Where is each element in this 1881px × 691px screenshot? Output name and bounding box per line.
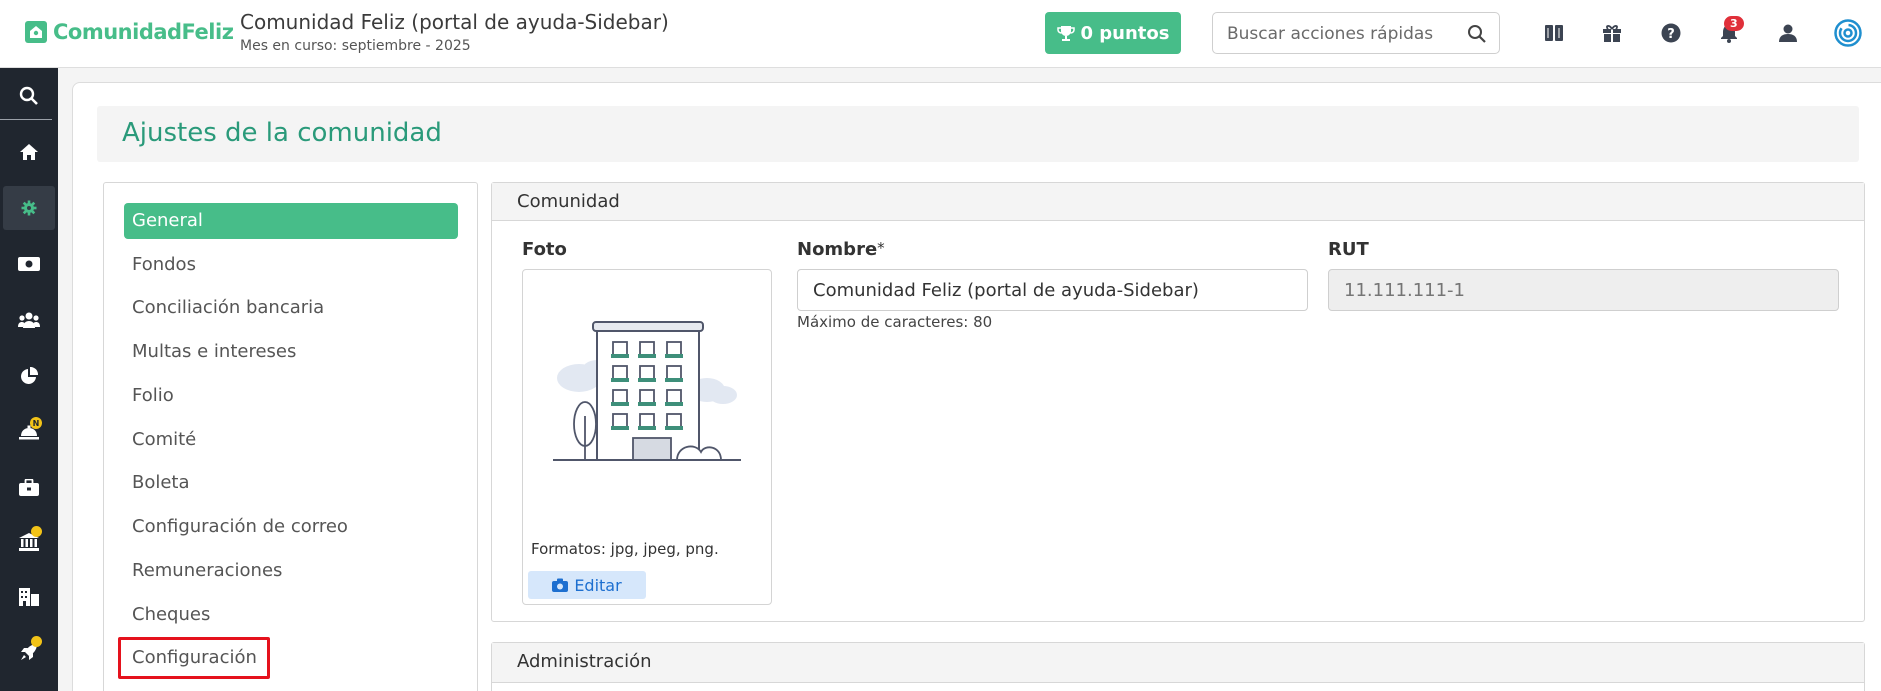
- edit-photo-label: Editar: [574, 575, 622, 595]
- settings-nav-configuracion-correo[interactable]: Configuración de correo: [124, 509, 458, 545]
- settings-nav-general[interactable]: General: [124, 203, 458, 239]
- new-badge: N: [30, 417, 42, 429]
- brand-logo[interactable]: ComunidadFeliz: [25, 20, 234, 44]
- rail-gear-icon[interactable]: [3, 186, 55, 230]
- rail-rocket-dot: [31, 636, 42, 647]
- rail-home-icon[interactable]: [0, 130, 58, 174]
- comunidad-panel-title: Comunidad: [517, 191, 620, 212]
- gift-icon[interactable]: [1600, 21, 1624, 45]
- settings-nav-conciliacion-bancaria[interactable]: Conciliación bancaria: [124, 290, 458, 326]
- logo-house-icon: [25, 21, 47, 43]
- community-title: Comunidad Feliz (portal de ayuda-Sidebar…: [240, 10, 669, 34]
- settings-nav-comite[interactable]: Comité: [124, 422, 458, 458]
- book-icon[interactable]: [1542, 21, 1566, 45]
- rail-money-icon[interactable]: [0, 242, 58, 286]
- photo-box: Formatos: jpg, jpeg, png. Editar: [522, 269, 772, 605]
- settings-nav-folio[interactable]: Folio: [124, 378, 458, 414]
- photo-formats: Formatos: jpg, jpeg, png.: [531, 540, 719, 558]
- rail-pie-chart-icon[interactable]: [0, 354, 58, 398]
- page-title-bar: Ajustes de la comunidad: [97, 106, 1859, 162]
- rail-search-icon[interactable]: [0, 74, 58, 118]
- administracion-panel-title: Administración: [517, 651, 652, 672]
- name-label-text: Nombre: [797, 239, 878, 260]
- settings-nav-remuneraciones[interactable]: Remuneraciones: [124, 553, 458, 589]
- community-name-input[interactable]: [797, 269, 1308, 311]
- name-max-chars-hint: Máximo de caracteres: 80: [797, 313, 993, 331]
- quick-search-input[interactable]: [1227, 22, 1457, 46]
- settings-nav-boleta[interactable]: Boleta: [124, 465, 458, 501]
- trophy-icon: [1056, 26, 1075, 41]
- quick-search[interactable]: [1212, 12, 1500, 54]
- comunidad-panel-header: Comunidad: [492, 183, 1864, 221]
- camera-icon: [552, 578, 569, 592]
- rail-briefcase-icon[interactable]: [0, 465, 58, 509]
- building-illustration: [553, 321, 741, 461]
- settings-sidebar: General Fondos Conciliación bancaria Mul…: [103, 182, 478, 691]
- svg-text:?: ?: [1667, 27, 1675, 42]
- rail-bank-dot: [31, 526, 42, 537]
- rut-label: RUT: [1328, 239, 1369, 260]
- settings-nav-multas-intereses[interactable]: Multas e intereses: [124, 334, 458, 370]
- help-icon[interactable]: ?: [1659, 21, 1683, 45]
- current-month: Mes en curso: septiembre - 2025: [240, 38, 471, 54]
- edit-photo-button[interactable]: Editar: [528, 571, 646, 599]
- rail-rocket-icon[interactable]: [0, 630, 58, 674]
- user-icon[interactable]: [1776, 21, 1800, 45]
- administracion-panel: Administración: [491, 642, 1865, 691]
- notification-badge: 3: [1724, 16, 1744, 31]
- settings-nav-fondos[interactable]: Fondos: [124, 247, 458, 283]
- points-label: 0 puntos: [1080, 22, 1170, 44]
- points-button[interactable]: 0 puntos: [1045, 12, 1181, 54]
- rail-bell-service-icon[interactable]: N: [0, 410, 58, 454]
- fingerprint-icon[interactable]: [1834, 19, 1862, 47]
- left-icon-rail: N: [0, 68, 58, 691]
- administracion-panel-header: Administración: [492, 643, 1864, 683]
- settings-nav-cheques[interactable]: Cheques: [124, 597, 458, 633]
- rut-input: [1328, 269, 1839, 311]
- rail-users-icon[interactable]: [0, 298, 58, 342]
- name-label: Nombre*: [797, 239, 885, 260]
- required-mark: *: [877, 239, 885, 257]
- top-header: ComunidadFeliz Comunidad Feliz (portal d…: [0, 0, 1881, 68]
- logo-text: ComunidadFeliz: [53, 20, 234, 44]
- rail-bank-icon[interactable]: [0, 520, 58, 564]
- community-title-block: Comunidad Feliz (portal de ayuda-Sidebar…: [240, 10, 669, 54]
- photo-label: Foto: [522, 239, 567, 260]
- configuracion-highlight-box: [118, 637, 270, 679]
- search-icon[interactable]: [1467, 24, 1487, 48]
- rail-building-icon[interactable]: [0, 575, 58, 619]
- rail-divider: [0, 119, 52, 120]
- page-title: Ajustes de la comunidad: [122, 118, 442, 148]
